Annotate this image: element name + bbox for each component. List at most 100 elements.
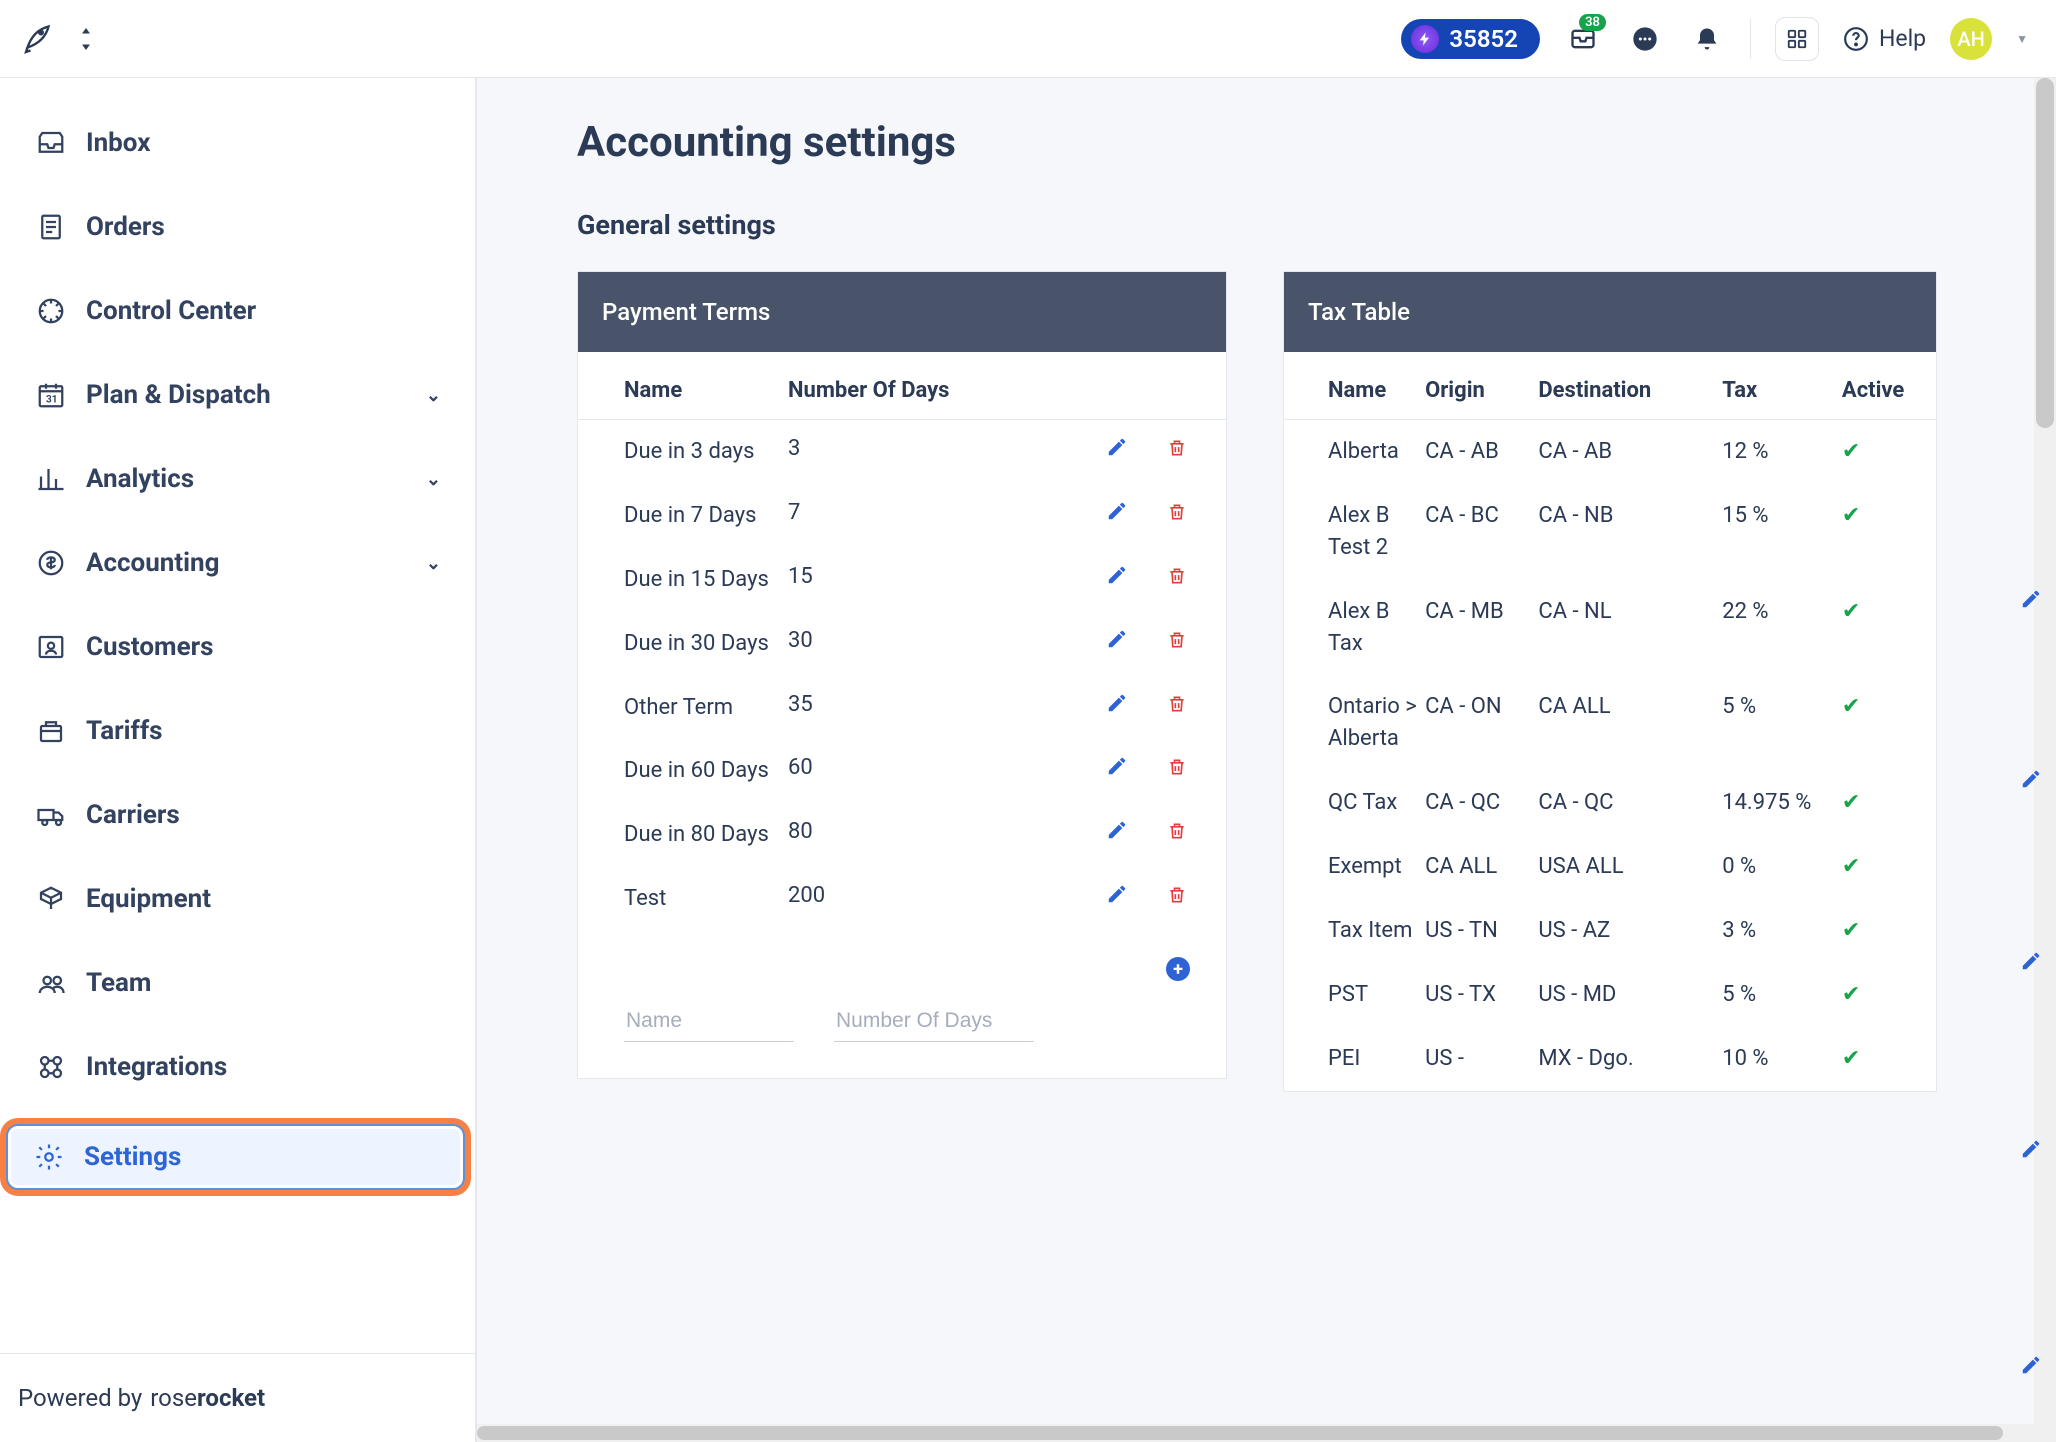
sidebar-item-accounting[interactable]: Accounting⌄ xyxy=(0,536,475,590)
col-tt-name: Name xyxy=(1284,352,1425,420)
sidebar-item-plan-dispatch[interactable]: 31Plan & Dispatch⌄ xyxy=(0,368,475,422)
avatar-menu-caret-icon[interactable]: ▼ xyxy=(2016,32,2028,46)
customer-icon xyxy=(34,630,68,664)
tax-row: AlbertaCA - ABCA - AB12 %✔ xyxy=(1284,420,1936,484)
app-grid-icon[interactable] xyxy=(1775,17,1819,61)
sidebar-item-integrations[interactable]: Integrations xyxy=(0,1040,475,1094)
bolt-icon xyxy=(1411,25,1439,53)
delete-payment-term-button[interactable] xyxy=(1162,630,1192,650)
tax-dest: CA ALL xyxy=(1538,675,1722,771)
workspace-selector-icon[interactable] xyxy=(78,28,94,50)
tax-active: ✔ xyxy=(1842,580,1936,676)
equipment-icon xyxy=(34,882,68,916)
tax-table-header: Tax Table xyxy=(1284,272,1936,352)
credits-pill[interactable]: 35852 xyxy=(1401,19,1540,59)
horizontal-scroll-track[interactable] xyxy=(477,1424,2034,1442)
payment-term-row: Other Term35 xyxy=(578,676,1226,740)
tax-active: ✔ xyxy=(1842,675,1936,771)
bell-icon[interactable] xyxy=(1688,20,1726,58)
delete-payment-term-button[interactable] xyxy=(1162,757,1192,777)
pt-name: Due in 80 Days xyxy=(578,803,788,867)
edit-payment-term-button[interactable] xyxy=(1102,692,1132,714)
new-term-days-input[interactable] xyxy=(834,1001,1034,1042)
powered-by-brand[interactable]: roserocket xyxy=(150,1384,265,1412)
team-icon xyxy=(34,966,68,1000)
delete-payment-term-button[interactable] xyxy=(1162,566,1192,586)
pt-days: 30 xyxy=(788,612,1018,676)
sidebar-item-equipment[interactable]: Equipment xyxy=(0,872,475,926)
horizontal-scroll-thumb[interactable] xyxy=(477,1426,2003,1440)
new-term-name-input[interactable] xyxy=(624,1001,794,1042)
pt-name: Due in 15 Days xyxy=(578,548,788,612)
orders-icon xyxy=(34,210,68,244)
edit-tax-row-button[interactable] xyxy=(2020,768,2042,794)
edit-tax-row-button[interactable] xyxy=(2020,588,2042,614)
carrier-icon xyxy=(34,798,68,832)
section-title: General settings xyxy=(577,209,2016,241)
pt-name: Due in 3 days xyxy=(578,420,788,484)
edit-tax-row-button[interactable] xyxy=(2020,1138,2042,1164)
sidebar-item-orders[interactable]: Orders xyxy=(0,200,475,254)
tax-origin: US - xyxy=(1425,1027,1538,1091)
pt-days: 200 xyxy=(788,867,1018,931)
tax-pct: 10 % xyxy=(1722,1027,1842,1091)
edit-tax-row-button[interactable] xyxy=(2020,950,2042,976)
delete-payment-term-button[interactable] xyxy=(1162,694,1192,714)
tax-origin: CA - AB xyxy=(1425,420,1538,484)
pt-name: Due in 7 Days xyxy=(578,484,788,548)
sidebar-item-customers[interactable]: Customers xyxy=(0,620,475,674)
sidebar-item-team[interactable]: Team xyxy=(0,956,475,1010)
edit-payment-term-button[interactable] xyxy=(1102,628,1132,650)
chart-icon xyxy=(34,462,68,496)
check-icon: ✔ xyxy=(1842,599,1860,624)
inbox-topbar-icon[interactable]: 38 xyxy=(1564,20,1602,58)
edit-payment-term-button[interactable] xyxy=(1102,436,1132,458)
sidebar-item-analytics[interactable]: Analytics⌄ xyxy=(0,452,475,506)
tax-active: ✔ xyxy=(1842,1027,1936,1091)
tax-origin: US - TX xyxy=(1425,963,1538,1027)
help-button[interactable]: Help xyxy=(1843,25,1926,52)
sidebar: Inbox Orders Control Center 31Plan & Dispat… xyxy=(0,78,477,1442)
delete-payment-term-button[interactable] xyxy=(1162,821,1192,841)
sidebar-item-label: Orders xyxy=(86,212,441,242)
edit-payment-term-button[interactable] xyxy=(1102,564,1132,586)
edit-payment-term-button[interactable] xyxy=(1102,883,1132,905)
tax-dest: CA - NL xyxy=(1538,580,1722,676)
app-logo-icon[interactable] xyxy=(20,19,56,59)
tax-name: Alex B Tax xyxy=(1284,580,1425,676)
check-icon: ✔ xyxy=(1842,1046,1860,1071)
sidebar-item-inbox[interactable]: Inbox xyxy=(0,116,475,170)
sidebar-footer: Powered by roserocket xyxy=(0,1353,475,1442)
topbar: 35852 38 Help AH ▼ xyxy=(0,0,2056,78)
help-label: Help xyxy=(1879,25,1926,52)
check-icon: ✔ xyxy=(1842,439,1860,464)
tax-row: PSTUS - TXUS - MD5 %✔ xyxy=(1284,963,1936,1027)
payment-term-row: Due in 7 Days7 xyxy=(578,484,1226,548)
col-tt-dest: Destination xyxy=(1538,352,1722,420)
delete-payment-term-button[interactable] xyxy=(1162,885,1192,905)
sidebar-item-control-center[interactable]: Control Center xyxy=(0,284,475,338)
chat-icon[interactable] xyxy=(1626,20,1664,58)
sidebar-item-tariffs[interactable]: Tariffs xyxy=(0,704,475,758)
avatar-initials: AH xyxy=(1957,27,1984,51)
pt-name: Due in 30 Days xyxy=(578,612,788,676)
avatar[interactable]: AH xyxy=(1950,18,1992,60)
sidebar-item-label: Carriers xyxy=(86,800,441,830)
edit-payment-term-button[interactable] xyxy=(1102,500,1132,522)
delete-payment-term-button[interactable] xyxy=(1162,438,1192,458)
tax-pct: 5 % xyxy=(1722,675,1842,771)
control-icon xyxy=(34,294,68,328)
pt-days: 35 xyxy=(788,676,1018,740)
sidebar-item-carriers[interactable]: Carriers xyxy=(0,788,475,842)
vertical-scroll-thumb[interactable] xyxy=(2036,78,2054,428)
check-icon: ✔ xyxy=(1842,854,1860,879)
payment-term-row: Due in 80 Days80 xyxy=(578,803,1226,867)
svg-text:31: 31 xyxy=(46,395,57,406)
edit-tax-row-button[interactable] xyxy=(2020,1354,2042,1380)
add-payment-term-button[interactable]: + xyxy=(1166,957,1190,981)
edit-payment-term-button[interactable] xyxy=(1102,819,1132,841)
edit-payment-term-button[interactable] xyxy=(1102,755,1132,777)
sidebar-item-settings[interactable]: Settings xyxy=(6,1124,465,1190)
col-tt-origin: Origin xyxy=(1425,352,1538,420)
delete-payment-term-button[interactable] xyxy=(1162,502,1192,522)
